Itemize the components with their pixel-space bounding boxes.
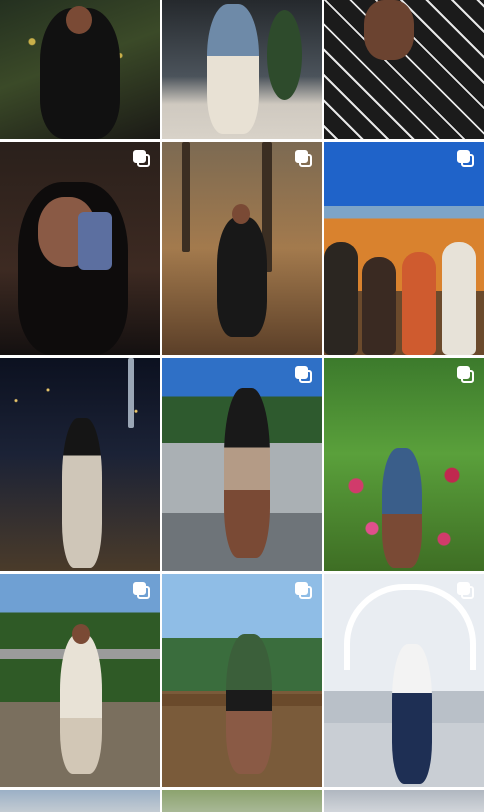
photo-tile[interactable] — [0, 358, 160, 571]
carousel-icon — [133, 582, 151, 600]
photo-tile[interactable] — [0, 142, 160, 355]
carousel-icon — [295, 150, 313, 168]
carousel-icon — [295, 582, 313, 600]
photo-tile[interactable] — [162, 790, 322, 812]
photo-tile[interactable] — [324, 0, 484, 139]
carousel-icon — [295, 366, 313, 384]
photo-tile[interactable] — [324, 574, 484, 787]
photo-tile[interactable] — [0, 790, 160, 812]
photo-grid — [0, 0, 484, 812]
photo-tile[interactable] — [162, 574, 322, 787]
carousel-icon — [457, 366, 475, 384]
photo-tile[interactable] — [324, 790, 484, 812]
photo-tile[interactable] — [324, 142, 484, 355]
carousel-icon — [457, 582, 475, 600]
photo-tile[interactable] — [0, 0, 160, 139]
photo-tile[interactable] — [0, 574, 160, 787]
photo-tile[interactable] — [162, 0, 322, 139]
photo-tile[interactable] — [324, 358, 484, 571]
carousel-icon — [457, 150, 475, 168]
photo-tile[interactable] — [162, 358, 322, 571]
photo-tile[interactable] — [162, 142, 322, 355]
carousel-icon — [133, 150, 151, 168]
